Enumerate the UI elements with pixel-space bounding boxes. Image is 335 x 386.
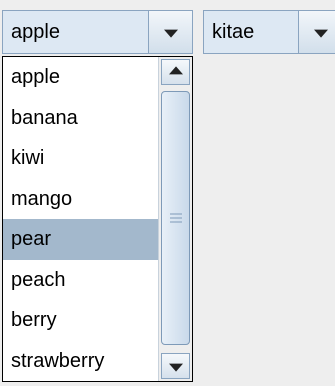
list-item[interactable]: peach	[3, 260, 158, 301]
fruit-combobox[interactable]: apple	[2, 10, 193, 54]
name-combobox-value: kitae	[212, 21, 255, 43]
scroll-up-button[interactable]	[161, 59, 190, 85]
fruit-combobox-arrow-button[interactable]	[148, 11, 192, 53]
list-scrollbar[interactable]	[158, 57, 192, 381]
fruit-option-list: apple banana kiwi mango pear peach berry…	[3, 57, 158, 381]
fruit-dropdown-popup: apple banana kiwi mango pear peach berry…	[2, 56, 193, 382]
arrow-down-icon	[168, 363, 183, 372]
chevron-down-icon	[313, 29, 328, 38]
name-combobox-arrow-button[interactable]	[298, 11, 335, 53]
chevron-down-icon	[163, 29, 178, 38]
list-item[interactable]: apple	[3, 57, 158, 98]
arrow-up-icon	[168, 66, 183, 75]
fruit-combobox-value: apple	[11, 21, 60, 43]
list-item[interactable]: berry	[3, 300, 158, 341]
list-item[interactable]: banana	[3, 98, 158, 139]
list-item[interactable]: kiwi	[3, 138, 158, 179]
scroll-down-button[interactable]	[161, 353, 190, 379]
grip-icon	[169, 213, 182, 223]
name-combobox[interactable]: kitae	[203, 10, 335, 54]
list-item[interactable]: mango	[3, 179, 158, 220]
list-item[interactable]: strawberry	[3, 341, 158, 382]
list-item[interactable]: pear	[3, 219, 158, 260]
scrollbar-thumb[interactable]	[161, 91, 190, 345]
